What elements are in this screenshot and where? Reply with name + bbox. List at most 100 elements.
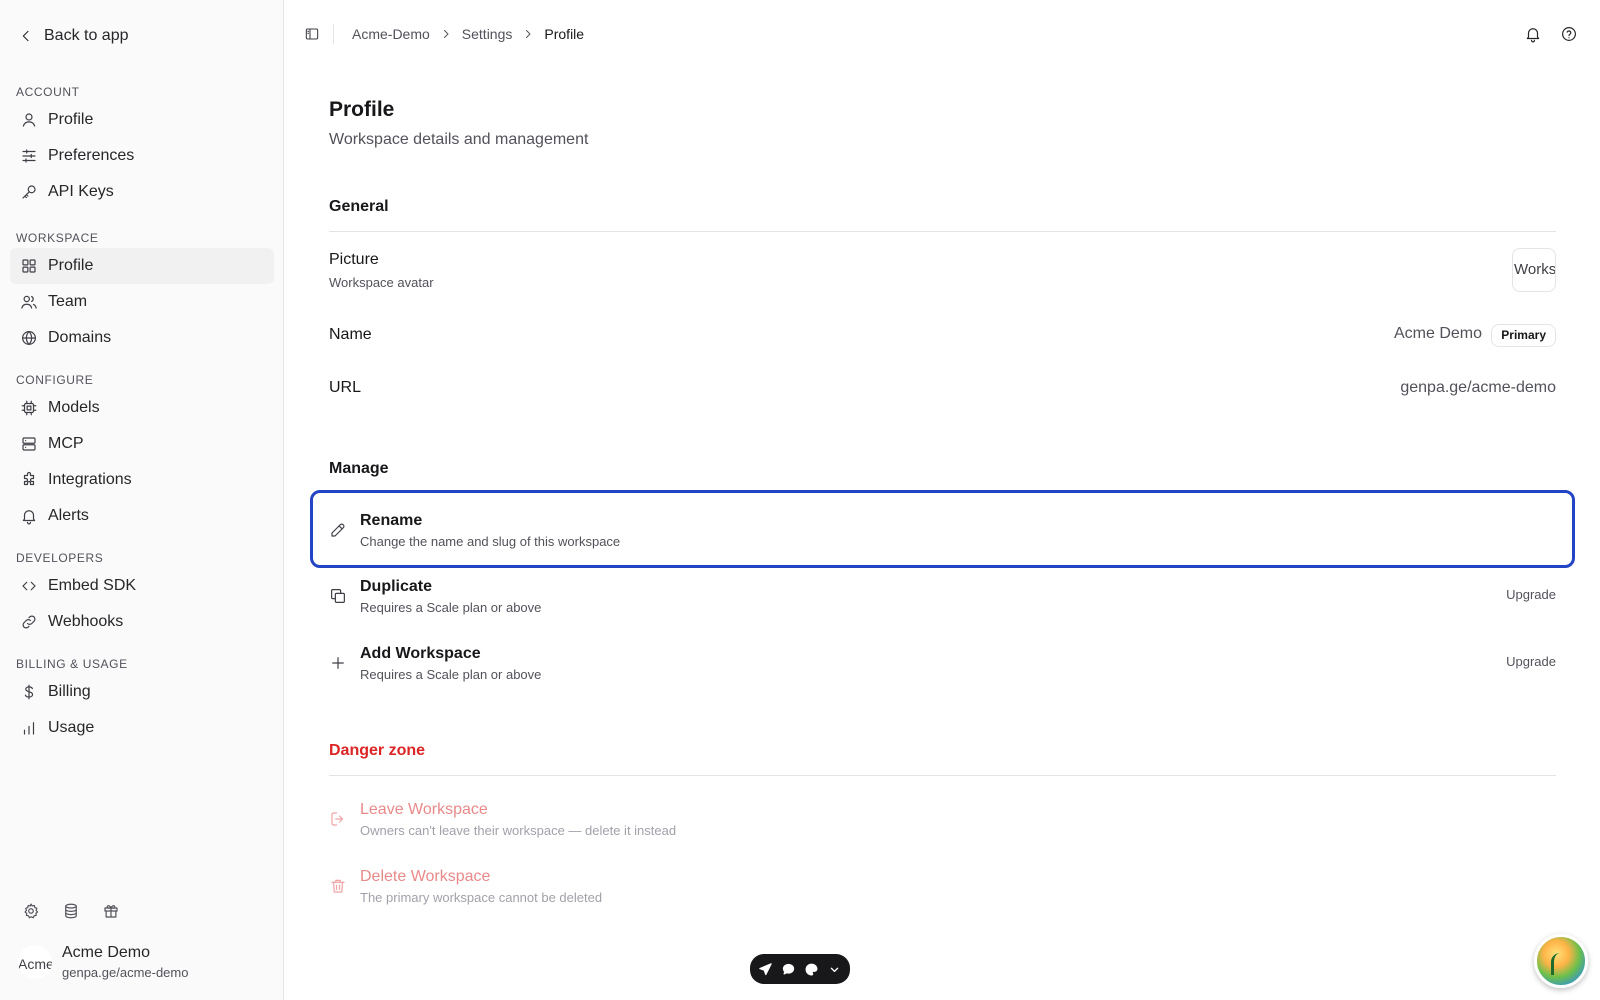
workspace-switcher[interactable]: Acme Acme Demo genpa.ge/acme-demo (18, 944, 188, 980)
back-to-app-link[interactable]: Back to app (18, 24, 129, 48)
sidebar-item-label: Profile (48, 257, 94, 274)
sidebar-item-mcp[interactable]: MCP (10, 426, 274, 462)
dollar-icon (20, 683, 38, 701)
rename-action[interactable]: Rename Change the name and slug of this … (310, 490, 1575, 568)
sidebar-item-team[interactable]: Team (10, 284, 274, 320)
sidebar-item-usage[interactable]: Usage (10, 710, 274, 746)
user-name: Acme Demo (62, 944, 151, 961)
sidebar-item-label: Billing (48, 683, 91, 700)
section-label-configure: CONFIGURE (16, 373, 94, 387)
delete-workspace-action[interactable]: Delete Workspace The primary workspace c… (329, 855, 1556, 915)
primary-badge: Primary (1491, 324, 1556, 347)
gift-icon[interactable] (102, 902, 120, 920)
sidebar-item-label: Team (48, 293, 88, 310)
page-subtitle: Workspace details and management (329, 131, 589, 148)
add-workspace-action[interactable]: Add Workspace Requires a Scale plan or a… (329, 632, 1556, 692)
action-description: Requires a Scale plan or above (360, 667, 542, 682)
url-value: genpa.ge/acme-demo (1400, 379, 1556, 396)
server-icon (20, 435, 38, 453)
topbar-divider (333, 24, 334, 44)
nav-section-billing: BILLING & USAGE Billing Usage (0, 654, 284, 746)
chevron-right-icon (440, 28, 452, 40)
puzzle-icon (20, 471, 38, 489)
send-icon[interactable] (758, 962, 773, 977)
topbar: Acme-Demo Settings Profile (284, 0, 1600, 68)
picture-label: Picture (329, 251, 379, 268)
danger-zone-heading: Danger zone (329, 742, 426, 759)
name-label: Name (329, 326, 372, 343)
action-title: Delete Workspace (360, 868, 491, 885)
breadcrumb: Acme-Demo Settings Profile (352, 24, 584, 44)
upgrade-link[interactable]: Upgrade (1506, 587, 1556, 602)
settings-icon[interactable] (22, 902, 40, 920)
upgrade-link[interactable]: Upgrade (1506, 654, 1556, 669)
user-icon (20, 111, 38, 129)
action-title: Rename (360, 512, 423, 529)
key-icon (20, 183, 38, 201)
breadcrumb-settings[interactable]: Settings (462, 26, 513, 42)
action-description: Change the name and slug of this workspa… (360, 534, 621, 549)
help-icon[interactable] (1560, 25, 1578, 43)
chevron-down-icon[interactable] (827, 962, 842, 977)
action-title: Duplicate (360, 578, 433, 595)
chat-icon[interactable] (781, 962, 796, 977)
workspace-avatar[interactable]: Workspace (1512, 248, 1556, 292)
nav-section-account: ACCOUNT Profile Preferences API Keys (0, 82, 284, 210)
sidebar: Back to app ACCOUNT Profile Preferences … (0, 0, 284, 1000)
sidebar-item-workspace-profile[interactable]: Profile (10, 248, 274, 284)
logout-icon (329, 810, 347, 828)
pencil-icon (329, 521, 347, 539)
name-value: Acme Demo (1393, 325, 1482, 342)
topbar-actions (1524, 25, 1578, 43)
palette-icon[interactable] (804, 962, 819, 977)
action-description: Requires a Scale plan or above (360, 600, 542, 615)
chip-icon (20, 399, 38, 417)
sidebar-item-webhooks[interactable]: Webhooks (10, 604, 274, 640)
sidebar-toggle-icon[interactable] (304, 26, 320, 42)
sidebar-item-integrations[interactable]: Integrations (10, 462, 274, 498)
sidebar-item-account-profile[interactable]: Profile (10, 102, 274, 138)
url-label: URL (329, 379, 362, 396)
sidebar-item-label: Webhooks (48, 613, 124, 630)
duplicate-action[interactable]: Duplicate Requires a Scale plan or above… (329, 565, 1556, 625)
section-label-workspace: WORKSPACE (16, 231, 99, 245)
floating-toolbar (750, 954, 850, 984)
sidebar-item-label: Alerts (48, 507, 89, 524)
assistant-launcher-avatar[interactable] (1534, 934, 1588, 988)
users-icon (20, 293, 38, 311)
section-label-account: ACCOUNT (16, 85, 80, 99)
section-label-developers: DEVELOPERS (16, 551, 104, 565)
grid-icon (20, 257, 38, 275)
leave-workspace-action[interactable]: Leave Workspace Owners can't leave their… (329, 788, 1556, 848)
sidebar-bottom-icons (22, 902, 120, 920)
picture-sublabel: Workspace avatar (329, 275, 434, 290)
sidebar-item-label: Preferences (48, 147, 135, 164)
general-heading: General (329, 198, 389, 215)
sidebar-item-embed-sdk[interactable]: Embed SDK (10, 568, 274, 604)
manage-heading: Manage (329, 460, 389, 477)
sidebar-item-label: Profile (48, 111, 94, 128)
sidebar-item-alerts[interactable]: Alerts (10, 498, 274, 534)
user-url: genpa.ge/acme-demo (62, 965, 189, 980)
back-to-app-label: Back to app (44, 27, 129, 44)
sidebar-item-models[interactable]: Models (10, 390, 274, 426)
page-title: Profile (329, 98, 395, 121)
bell-icon[interactable] (1524, 25, 1542, 43)
sidebar-item-billing[interactable]: Billing (10, 674, 274, 710)
sidebar-item-label: MCP (48, 435, 84, 452)
breadcrumb-workspace[interactable]: Acme-Demo (352, 26, 430, 42)
code-icon (20, 577, 38, 595)
chevron-left-icon (18, 28, 34, 44)
general-divider (329, 231, 1556, 232)
sidebar-item-label: Domains (48, 329, 112, 346)
sidebar-item-label: Models (48, 399, 100, 416)
sidebar-item-api-keys[interactable]: API Keys (10, 174, 274, 210)
sidebar-item-preferences[interactable]: Preferences (10, 138, 274, 174)
action-description: The primary workspace cannot be deleted (360, 890, 603, 905)
breadcrumb-current: Profile (544, 26, 585, 42)
nav-section-developers: DEVELOPERS Embed SDK Webhooks (0, 548, 284, 640)
action-description: Owners can't leave their workspace — del… (360, 823, 677, 838)
sidebar-item-domains[interactable]: Domains (10, 320, 274, 356)
action-title: Leave Workspace (360, 801, 488, 818)
database-icon[interactable] (62, 902, 80, 920)
